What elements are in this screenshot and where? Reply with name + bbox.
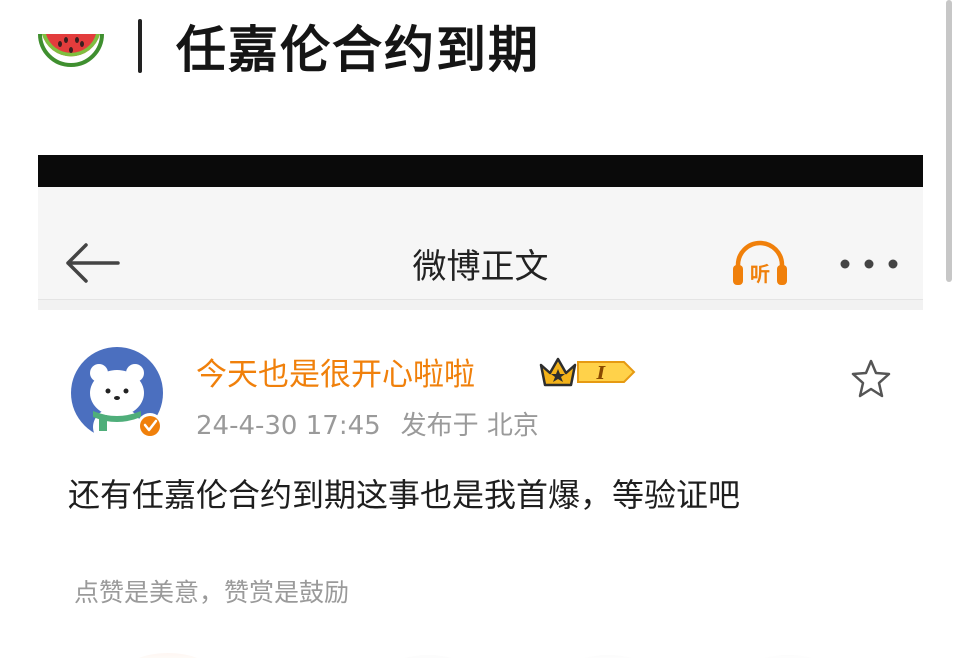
star-icon[interactable] <box>850 358 892 400</box>
phone-status-bar <box>38 155 923 187</box>
scrollbar[interactable] <box>946 0 952 282</box>
page-title: 任嘉伦合约到期 <box>176 21 540 79</box>
post-meta: 24-4-30 17:45 发布于 北京 <box>196 405 559 442</box>
weibo-nav-bar: 微博正文 听 <box>38 187 923 300</box>
level-badge: I <box>577 361 636 384</box>
screenshot-title-bar: 任嘉伦合约到期 <box>38 6 540 86</box>
avatar[interactable] <box>69 345 165 441</box>
watermelon-icon <box>38 33 104 67</box>
more-icon[interactable] <box>838 257 900 271</box>
listen-headphone-icon[interactable]: 听 <box>730 237 790 291</box>
user-name-link[interactable]: 今天也是很开心啦啦 <box>196 349 475 394</box>
level-badge-text: I <box>596 363 606 384</box>
reward-hint: 点赞是美意，赞赏是鼓励 <box>74 578 350 607</box>
weibo-screenshot: 微博正文 听 今天也是很开心啦啦 I 24-4-30 17:45 发布于 北京 … <box>38 155 923 658</box>
listen-label: 听 <box>750 262 770 286</box>
title-divider <box>138 19 142 73</box>
crown-icon <box>539 357 577 387</box>
post-text: 还有任嘉伦合约到期这事也是我首爆，等验证吧 <box>68 476 741 514</box>
post-location: 发布于 北京 <box>400 411 539 441</box>
nav-separator <box>38 300 923 310</box>
nav-title: 微博正文 <box>412 247 549 287</box>
bottom-fade <box>38 625 923 658</box>
post-time: 24-4-30 17:45 <box>196 411 381 441</box>
